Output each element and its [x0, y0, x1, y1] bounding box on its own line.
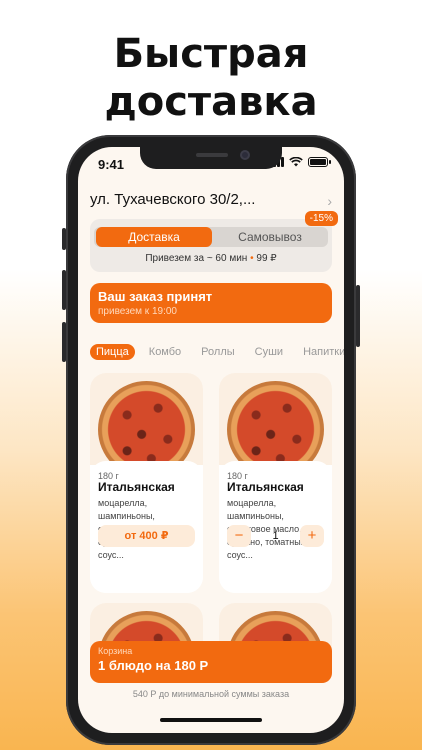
order-status-title: Ваш заказ принят	[98, 289, 213, 304]
speaker-grille	[196, 153, 228, 157]
add-to-cart-button[interactable]: от 400 ₽	[98, 525, 195, 547]
product-image	[219, 373, 332, 478]
pickup-discount-badge: -15%	[304, 211, 338, 226]
delivery-fee: 99 ₽	[256, 253, 277, 264]
cart-summary: 1 блюдо на 180 Р	[98, 658, 209, 673]
product-card[interactable]: 180 г Итальянская моцарелла, шампиньоны,…	[90, 373, 203, 593]
status-time: 9:41	[98, 157, 125, 172]
plus-button[interactable]: +	[300, 525, 324, 547]
delivery-address[interactable]: ул. Тухачевского 30/2,...	[90, 191, 255, 208]
delivery-mode-switch: Доставка Самовывоз	[94, 227, 328, 247]
phone-notch	[140, 147, 282, 169]
product-image	[90, 373, 203, 478]
promo-headline: Быстрая доставка	[0, 30, 422, 126]
order-status-subtitle: привезем к 19:00	[98, 306, 177, 317]
product-name: Итальянская	[98, 480, 175, 494]
phone-mute-button	[62, 228, 66, 250]
headline-line-1: Быстрая	[113, 31, 309, 77]
tab-pickup[interactable]: Самовывоз	[212, 227, 328, 247]
tab-delivery[interactable]: Доставка	[96, 227, 212, 247]
app-screen: 9:41 ул. Тухачевского 30/2,... › Доставк…	[78, 147, 344, 733]
headline-line-2: доставка	[104, 79, 318, 125]
phone-volume-up	[62, 270, 66, 310]
home-indicator[interactable]	[160, 718, 262, 722]
min-order-note: 540 Р до минимальной суммы заказа	[132, 689, 290, 699]
cart-label: Корзина	[98, 646, 133, 656]
quantity-value: 1	[272, 530, 279, 542]
battery-icon	[308, 157, 331, 167]
order-status-banner[interactable]: Ваш заказ принят привезем к 19:00	[90, 283, 332, 323]
tab-drinks[interactable]: Напитки	[297, 344, 344, 360]
quantity-stepper: − 1 +	[227, 525, 324, 547]
phone-volume-down	[62, 322, 66, 362]
tab-rolls[interactable]: Роллы	[195, 344, 240, 360]
front-camera	[240, 150, 250, 160]
delivery-mode-panel: Доставка Самовывоз -15% Привезем за ~ 60…	[90, 211, 338, 272]
cart-button[interactable]: Корзина 1 блюдо на 180 Р	[90, 641, 332, 683]
delivery-eta: Привезем за ~ 60 мин • 99 ₽	[90, 253, 332, 264]
wifi-icon	[289, 157, 303, 167]
tab-sushi[interactable]: Суши	[249, 344, 289, 360]
product-name: Итальянская	[227, 480, 304, 494]
chevron-right-icon[interactable]: ›	[327, 193, 332, 209]
eta-text: Привезем за ~ 60 мин	[145, 253, 248, 264]
minus-button[interactable]: −	[227, 525, 251, 547]
phone-power-button	[356, 285, 360, 347]
tab-combo[interactable]: Комбо	[143, 344, 187, 360]
category-tabs: Пицца Комбо Роллы Суши Напитки	[90, 344, 344, 360]
eta-separator: •	[250, 253, 254, 264]
tab-pizza[interactable]: Пицца	[90, 344, 135, 360]
product-card[interactable]: 180 г Итальянская моцарелла, шампиньоны,…	[219, 373, 332, 593]
